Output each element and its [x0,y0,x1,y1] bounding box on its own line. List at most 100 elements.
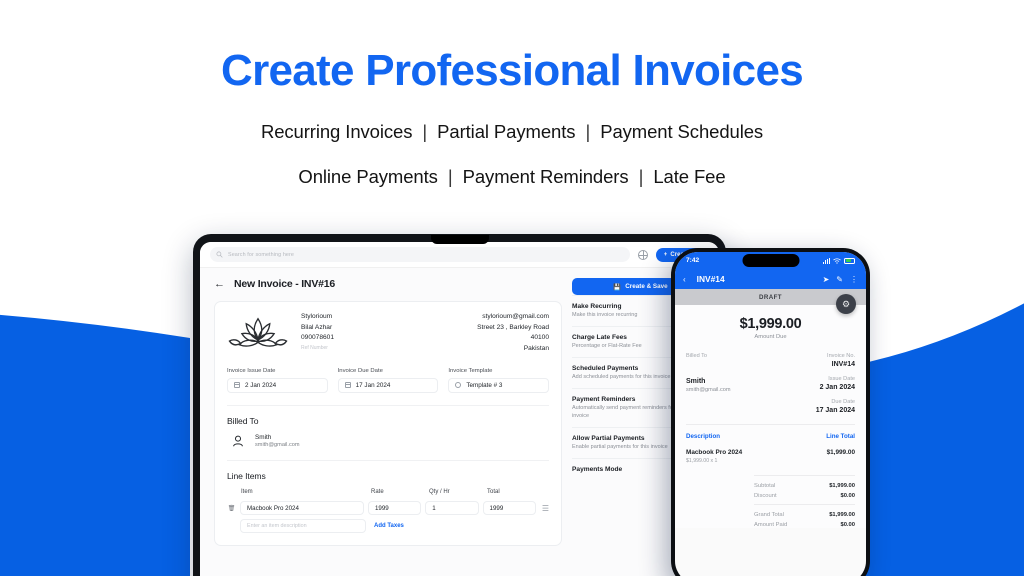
column-item: Item [241,489,253,496]
divider [754,503,855,505]
column-rate: Rate [371,489,384,496]
divider [754,474,855,476]
line-items-title: Line Items [227,471,266,482]
separator-icon: | [447,166,453,188]
status-time: 7:42 [686,257,700,264]
amount-due-value: $1,999.00 [739,316,802,332]
client-email: smith@gmail.com [255,442,300,449]
ref-number-placeholder[interactable]: Ref Number [301,344,334,352]
billed-to-client[interactable]: Smith smith@gmail.com [227,434,549,449]
feature-recurring-invoices: Recurring Invoices [260,121,413,143]
status-badge-label: DRAFT [759,293,782,301]
due-date-value: 17 Jan 2024 [355,381,391,389]
search-placeholder: Search for something here [228,251,295,258]
trash-icon[interactable]: 🗑 [227,505,236,512]
add-taxes-link[interactable]: Add Taxes [374,523,404,529]
feature-line-1: Recurring Invoices | Partial Payments | … [0,121,1024,143]
item-name-input[interactable]: Macbook Pro 2024 [240,501,364,516]
promo-banner: Create Professional Invoices Recurring I… [0,0,1024,576]
background-shape-left [0,314,190,576]
phone-item-name: Macbook Pro 2024 [686,448,743,456]
phone-device-mockup: 7:42 ‹ INV#14 ➤ ✎ ⋮ DRAFT ⚙ $1,999.00 Am… [671,248,870,576]
column-line-total: Line Total [826,432,855,440]
search-icon [216,251,223,258]
column-total: Total [487,489,500,496]
recipient-street: Street 23 , Barkley Road [477,323,549,331]
phone-invoice-title: INV#14 [696,274,725,284]
item-total-input[interactable]: 1999 [482,501,536,516]
invoice-no-label: Invoice No. [827,353,855,359]
list-item: Macbook Pro 2024 $1,999.00 x 1 $1,999.00 [686,449,855,464]
issue-date-label: Invoice Issue Date [227,367,276,374]
invoice-card-header: Stylorioum Bilal Azhar 090078601 Ref Num… [227,312,549,355]
billed-to-title: Billed To [227,415,259,426]
tablet-top-bar: Search for something here + Create New [200,242,719,268]
table-row: 🗑 Macbook Pro 2024 1999 1 1999 ☰ [227,501,549,516]
page-title: Create Professional Invoices [221,46,804,95]
total-value: $0.00 [840,521,855,528]
phone-client-name: Smith [686,378,706,385]
total-value: $0.00 [840,492,855,499]
battery-icon [844,257,855,264]
issue-date-block: Issue Date 2 Jan 2024 [820,376,855,393]
item-qty-input[interactable]: 1 [425,501,479,516]
more-vertical-icon[interactable]: ⋮ [850,275,858,284]
template-select[interactable]: Template # 3 [448,377,550,393]
feature-online-payments: Online Payments [298,166,438,188]
separator-icon: | [585,121,591,143]
phone-client-email: smith@gmail.com [686,386,731,393]
total-label: Grand Total [754,511,784,518]
sender-block: Stylorioum Bilal Azhar 090078601 Ref Num… [227,312,334,355]
invoice-meta-row-2: Smith smith@gmail.com Issue Date 2 Jan 2… [686,376,855,393]
tablet-camera-notch [430,235,489,244]
invoice-page-title: New Invoice - INV#16 [234,278,336,290]
chevron-left-icon[interactable]: ‹ [683,275,686,284]
globe-icon[interactable] [637,249,648,260]
sender-person-name: Bilal Azhar [301,323,333,331]
send-icon[interactable]: ➤ [823,275,830,284]
pencil-icon[interactable]: ✎ [836,275,843,284]
invoice-no-value: INV#14 [831,361,855,368]
sender-details: Stylorioum Bilal Azhar 090078601 Ref Num… [301,312,334,355]
tablet-screen: Search for something here + Create New ←… [200,242,719,576]
issue-date-input[interactable]: 2 Jan 2024 [227,377,328,393]
phone-table-header: Description Line Total [686,425,855,440]
template-label: Invoice Template [448,367,493,374]
signal-bars-icon [822,257,830,264]
total-value: $1,999.00 [829,511,855,518]
settings-gear-icon[interactable]: ⚙ [836,294,856,314]
phone-screen: 7:42 ‹ INV#14 ➤ ✎ ⋮ DRAFT ⚙ $1,999.00 Am… [675,252,866,576]
total-label: Discount [754,492,777,499]
user-avatar-icon [233,435,243,447]
column-qty: Qty / Hr [429,489,450,496]
column-description: Description [686,432,721,440]
template-field: Invoice Template Template # 3 [448,367,550,393]
due-date-label: Due Date [831,398,855,405]
total-row-subtotal: Subtotal $1,999.00 [754,483,855,489]
phone-app-bar: ‹ INV#14 ➤ ✎ ⋮ [675,269,866,289]
phone-status-bar: 7:42 [675,252,866,269]
arrow-left-icon[interactable]: ← [214,278,225,290]
feature-late-fee: Late Fee [653,166,726,188]
total-row-grand-total: Grand Total $1,999.00 [754,512,855,518]
issue-date-value: 2 Jan 2024 [819,384,855,391]
item-rate-input[interactable]: 1999 [367,501,422,516]
phone-totals: Subtotal $1,999.00 Discount $0.00 Grand … [754,474,855,528]
phone-item-total: $1,999.00 [826,448,855,456]
plus-icon: + [663,251,668,258]
invoice-no-block: Invoice No. INV#14 [827,353,855,368]
feature-payment-schedules: Payment Schedules [600,121,764,143]
recipient-postcode: 40100 [530,334,549,342]
search-input[interactable]: Search for something here [210,247,630,262]
invoice-date-fields: Invoice Issue Date 2 Jan 2024 Invoice Du… [227,367,550,393]
tablet-device-mockup: Search for something here + Create New ←… [193,234,726,576]
total-label: Amount Paid [754,521,788,528]
recipient-email: stylorioum@gmail.com [482,313,549,320]
item-description-input[interactable]: Enter an item description [240,519,366,534]
save-icon: 💾 [613,283,622,291]
drag-handle-icon[interactable]: ☰ [542,504,549,513]
due-date-block: Due Date 17 Jan 2024 [816,399,855,414]
line-items-header: Item Rate Qty / Hr Total [227,489,549,495]
due-date-input[interactable]: 17 Jan 2024 [337,377,439,393]
total-value: $1,999.00 [829,482,855,489]
